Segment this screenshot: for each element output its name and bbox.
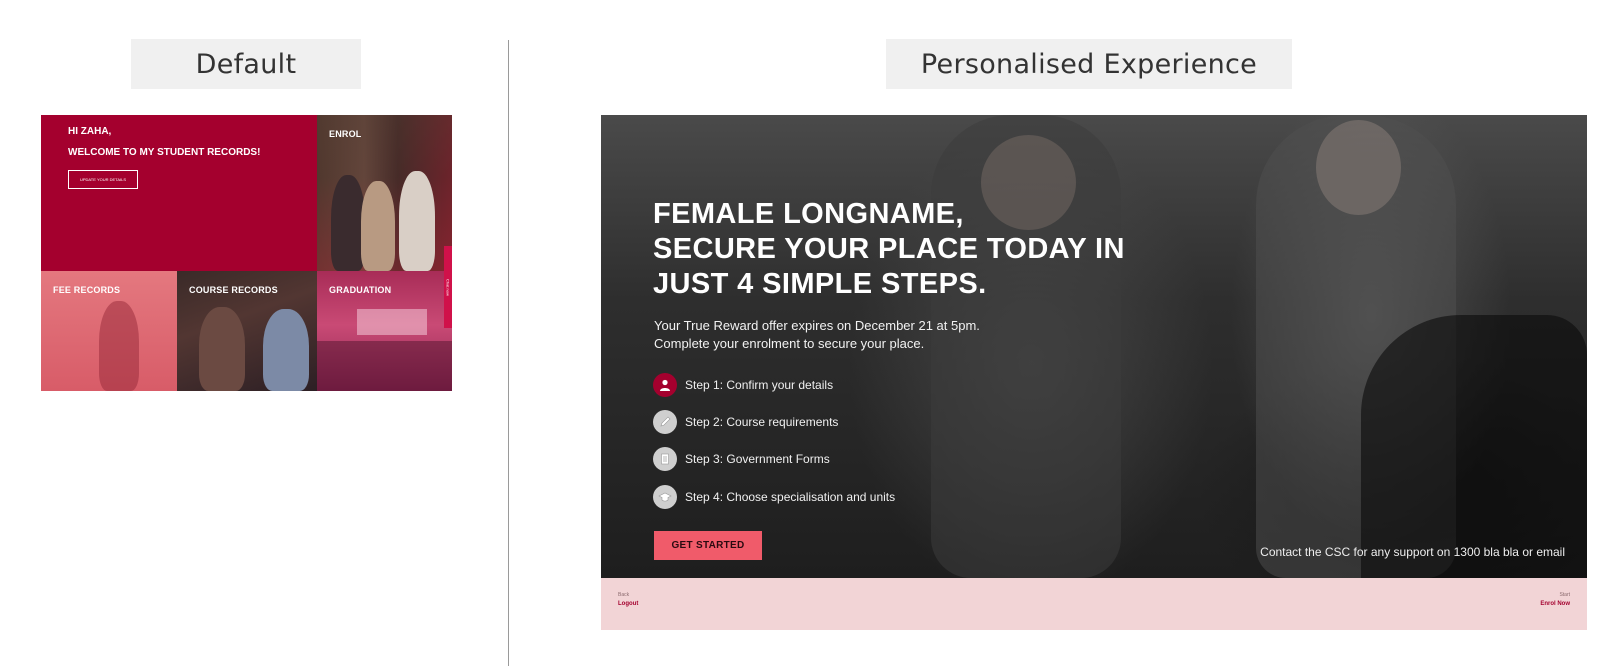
personalised-label: Personalised Experience <box>886 39 1292 89</box>
fee-records-tile[interactable]: FEE RECORDS <box>41 271 177 391</box>
back-caption: Back <box>618 592 630 598</box>
hero-headline: FEMALE LONGNAME, SECURE YOUR PLACE TODAY… <box>653 198 1125 300</box>
student-figure <box>331 175 365 271</box>
default-label: Default <box>131 39 361 89</box>
student-figure <box>199 307 245 391</box>
student-figure <box>263 309 309 391</box>
enrol-now-link[interactable]: Enrol Now <box>1540 601 1570 607</box>
pencil-icon <box>653 410 677 434</box>
graduation-cap-icon <box>653 485 677 509</box>
step-item[interactable]: Step 1: Confirm your details <box>653 372 833 398</box>
welcome-text: WELCOME TO MY STUDENT RECORDS! <box>68 147 261 158</box>
graduation-label: GRADUATION <box>329 285 392 295</box>
graduation-tile[interactable]: GRADUATION <box>317 271 452 391</box>
enrol-tile[interactable]: ENROL <box>317 115 452 271</box>
course-records-label: COURSE RECORDS <box>189 285 278 295</box>
step-label: Step 3: Government Forms <box>685 452 830 466</box>
step-item[interactable]: Step 4: Choose specialisation and units <box>653 484 895 510</box>
photo-shadow <box>1361 315 1587 578</box>
offer-subtext: Complete your enrolment to secure your p… <box>654 336 925 351</box>
student-figure <box>361 181 395 271</box>
welcome-tile: HI ZAHA, WELCOME TO MY STUDENT RECORDS! … <box>41 115 317 271</box>
enrol-label: ENROL <box>329 129 362 139</box>
tent-shape <box>357 309 427 335</box>
photo-head-right <box>1316 120 1401 215</box>
vertical-divider <box>508 40 509 666</box>
fee-records-label: FEE RECORDS <box>53 285 121 295</box>
student-figure <box>99 301 139 391</box>
footer-bar: Back Logout Start Enrol Now <box>601 578 1587 630</box>
default-dashboard: HI ZAHA, WELCOME TO MY STUDENT RECORDS! … <box>41 115 452 391</box>
course-records-tile[interactable]: COURSE RECORDS <box>177 271 317 391</box>
document-icon <box>653 447 677 471</box>
logout-link[interactable]: Logout <box>618 601 638 607</box>
support-contact-text: Contact the CSC for any support on 1300 … <box>1260 545 1565 559</box>
student-figure <box>399 171 435 271</box>
start-caption: Start <box>1559 592 1570 598</box>
step-label: Step 2: Course requirements <box>685 415 839 429</box>
step-label: Step 1: Confirm your details <box>685 378 834 392</box>
step-label: Step 4: Choose specialisation and units <box>685 490 896 504</box>
get-started-button[interactable]: GET STARTED <box>654 531 762 560</box>
hero-banner: FEMALE LONGNAME, SECURE YOUR PLACE TODAY… <box>601 115 1587 578</box>
chat-tab[interactable]: Chat now <box>444 246 452 328</box>
greeting-text: HI ZAHA, <box>68 126 112 137</box>
step-item[interactable]: Step 3: Government Forms <box>653 446 830 472</box>
crowd-shape <box>317 341 452 391</box>
personalised-dashboard: FEMALE LONGNAME, SECURE YOUR PLACE TODAY… <box>601 115 1587 630</box>
person-icon <box>653 373 677 397</box>
offer-text: Your True Reward offer expires on Decemb… <box>654 318 980 333</box>
step-item[interactable]: Step 2: Course requirements <box>653 409 838 435</box>
update-details-button[interactable]: UPDATE YOUR DETAILS <box>68 170 138 189</box>
